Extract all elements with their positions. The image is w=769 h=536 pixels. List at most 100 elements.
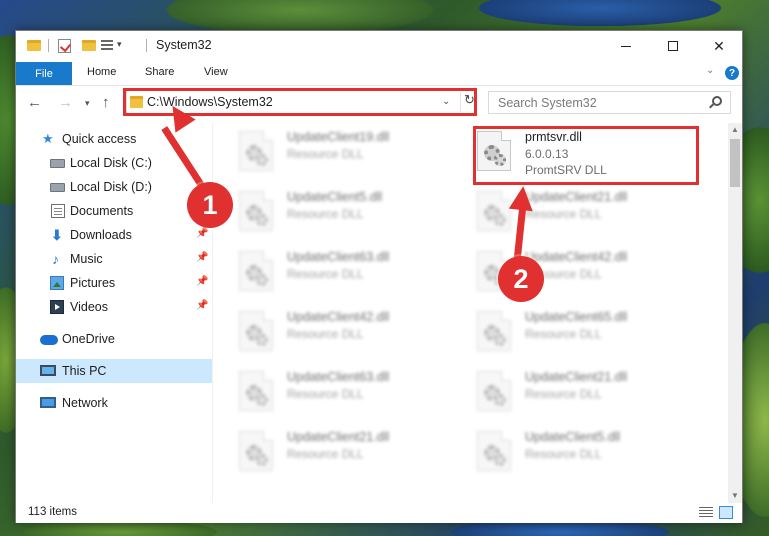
forward-button[interactable]: → — [58, 94, 73, 111]
search-placeholder: Search System32 — [498, 96, 597, 110]
pin-icon[interactable]: 📌 — [196, 252, 208, 263]
file-name: UpdateClient42.dll — [525, 250, 628, 264]
file-tile[interactable]: UpdateClient21.dll Resource DLL — [454, 367, 674, 423]
list-view-icon[interactable] — [101, 40, 113, 52]
dll-file-icon — [239, 251, 273, 291]
scroll-thumb[interactable] — [730, 139, 740, 187]
search-icon[interactable] — [712, 96, 722, 106]
file-highlight-box — [473, 126, 699, 185]
file-type: Resource DLL — [287, 387, 364, 401]
file-name: UpdateClient21.dll — [287, 430, 390, 444]
sidebar-item-label: Downloads — [70, 228, 132, 242]
title-bar: ▾ System32 ✕ — [16, 31, 742, 61]
minimize-button[interactable] — [603, 31, 649, 61]
ribbon-tabs: File Home Share View ⌄ ? — [16, 61, 742, 86]
dll-file-icon — [477, 311, 511, 351]
dll-file-icon — [239, 311, 273, 351]
sidebar-item-onedrive[interactable]: OneDrive — [16, 327, 212, 351]
large-icons-view-icon[interactable] — [719, 506, 733, 519]
computer-icon — [40, 365, 56, 376]
documents-icon — [51, 204, 65, 218]
arrow-up-icon: ↑ — [102, 94, 110, 111]
file-name: UpdateClient5.dll — [287, 190, 383, 204]
folder-icon[interactable] — [27, 40, 41, 51]
onedrive-icon — [40, 335, 58, 345]
back-button[interactable]: ← — [27, 94, 42, 111]
step-1-badge: 1 — [187, 182, 233, 228]
pin-icon[interactable]: 📌 — [196, 228, 208, 239]
dll-file-icon — [477, 431, 511, 471]
file-tile[interactable]: UpdateClient63.dll Resource DLL — [216, 247, 436, 303]
sidebar-item-documents[interactable]: Documents — [16, 199, 212, 223]
tab-file[interactable]: File — [16, 62, 72, 85]
file-name: UpdateClient21.dll — [525, 370, 628, 384]
drive-icon — [50, 159, 65, 168]
drive-icon — [50, 183, 65, 192]
navigation-pane: ★ Quick access Local Disk (C:) Local Dis… — [16, 123, 212, 503]
item-count: 113 items — [28, 506, 78, 518]
file-name: UpdateClient19.dll — [287, 130, 390, 144]
dll-file-icon — [239, 191, 273, 231]
chevron-down-icon: ▾ — [85, 98, 90, 108]
pin-icon[interactable]: 📌 — [196, 300, 208, 311]
file-name: UpdateClient63.dll — [287, 250, 390, 264]
sidebar-item-label: Documents — [70, 204, 134, 218]
arrow-left-icon: ← — [27, 94, 42, 111]
sidebar-item-this-pc[interactable]: This PC — [16, 359, 212, 383]
file-tile[interactable]: UpdateClient21.dll Resource DLL — [216, 427, 436, 483]
up-button[interactable]: ↑ — [102, 94, 110, 111]
sidebar-item-pictures[interactable]: Pictures 📌 — [16, 271, 212, 295]
sidebar-item-label: This PC — [62, 364, 107, 378]
sidebar-item-quick-access[interactable]: ★ Quick access — [16, 127, 212, 151]
address-row: ← → ▾ ↑ C:\Windows\System32 ⌄ ↻ Search S… — [16, 87, 742, 119]
file-tile[interactable]: UpdateClient65.dll Resource DLL — [454, 307, 674, 363]
search-input[interactable]: Search System32 — [488, 91, 731, 114]
sidebar-item-downloads[interactable]: ⬇ Downloads 📌 — [16, 223, 212, 247]
sidebar-item-network[interactable]: Network — [16, 391, 212, 415]
file-name: UpdateClient42.dll — [287, 310, 390, 324]
maximize-button[interactable] — [650, 31, 696, 61]
title-divider — [146, 39, 147, 52]
dll-file-icon — [477, 191, 511, 231]
vertical-scrollbar[interactable]: ▲ ▼ — [728, 123, 742, 503]
file-name: UpdateClient65.dll — [525, 310, 628, 324]
sidebar-item-label: Music — [70, 252, 103, 266]
file-explorer-window: ▾ System32 ✕ File Home Share View ⌄ ? ← … — [15, 30, 743, 523]
pin-icon[interactable]: 📌 — [196, 276, 208, 287]
scroll-up-icon[interactable]: ▲ — [731, 125, 739, 134]
file-type: Resource DLL — [287, 147, 364, 161]
close-icon: ✕ — [713, 37, 725, 54]
file-tile[interactable]: UpdateClient19.dll Resource DLL — [216, 127, 436, 183]
expand-ribbon-icon[interactable]: ⌄ — [706, 65, 714, 76]
file-tile[interactable]: UpdateClient5.dll Resource DLL — [216, 187, 436, 243]
file-name: UpdateClient63.dll — [287, 370, 390, 384]
dll-file-icon — [239, 371, 273, 411]
tab-view[interactable]: View — [204, 66, 228, 78]
quick-access-dropdown[interactable]: ▾ — [117, 39, 122, 50]
file-tile[interactable]: UpdateClient21.dll Resource DLL — [454, 187, 674, 243]
details-view-icon[interactable] — [699, 507, 713, 518]
sidebar-item-local-disk-d[interactable]: Local Disk (D:) — [16, 175, 212, 199]
dll-file-icon — [477, 371, 511, 411]
file-type: Resource DLL — [525, 387, 602, 401]
scroll-down-icon[interactable]: ▼ — [731, 491, 739, 500]
file-tile[interactable]: UpdateClient63.dll Resource DLL — [216, 367, 436, 423]
file-type: Resource DLL — [287, 327, 364, 341]
file-tile[interactable]: UpdateClient5.dll Resource DLL — [454, 427, 674, 483]
recent-locations-button[interactable]: ▾ — [85, 98, 90, 109]
tab-home[interactable]: Home — [87, 66, 116, 78]
sidebar-item-label: Pictures — [70, 276, 116, 290]
step-2-badge: 2 — [498, 256, 544, 302]
close-button[interactable]: ✕ — [696, 31, 742, 61]
file-tile[interactable]: UpdateClient42.dll Resource DLL — [454, 247, 674, 303]
help-icon[interactable]: ? — [725, 66, 739, 80]
sidebar-item-music[interactable]: ♪ Music 📌 — [16, 247, 212, 271]
dll-file-icon — [239, 431, 273, 471]
sidebar-item-label: Network — [62, 396, 108, 410]
videos-icon — [50, 300, 64, 314]
new-folder-icon[interactable] — [82, 40, 96, 51]
file-tile[interactable]: UpdateClient42.dll Resource DLL — [216, 307, 436, 363]
properties-icon[interactable] — [58, 39, 71, 53]
sidebar-item-videos[interactable]: Videos 📌 — [16, 295, 212, 319]
tab-share[interactable]: Share — [145, 66, 174, 78]
